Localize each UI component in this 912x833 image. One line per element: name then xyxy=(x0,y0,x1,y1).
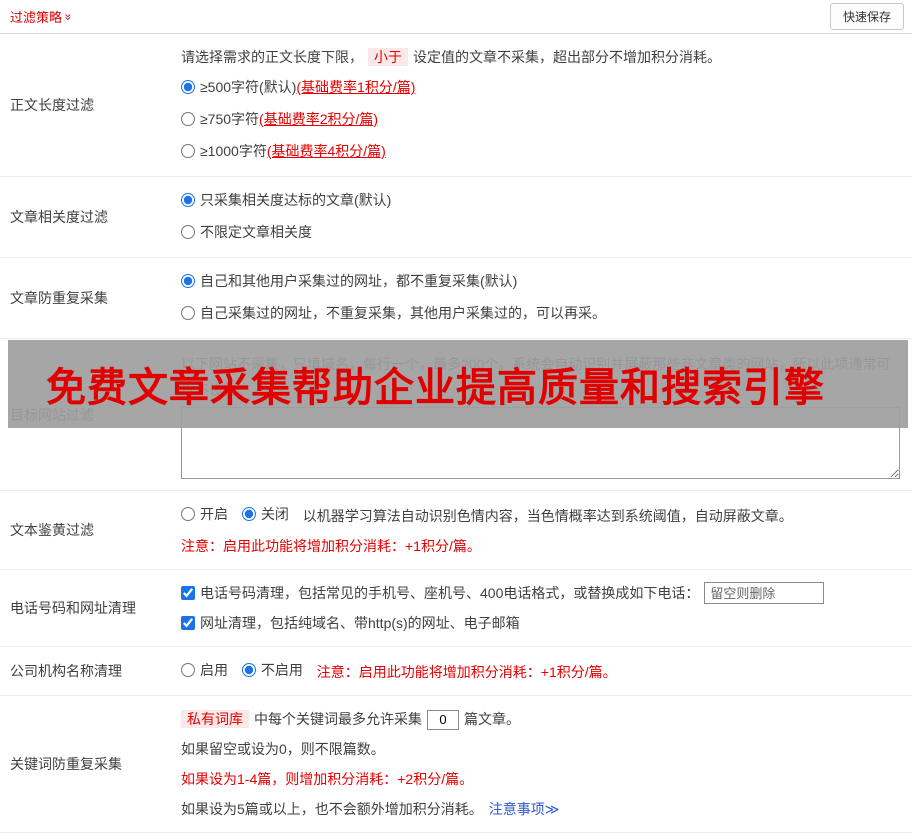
radio-option-company-off[interactable]: 不启用 xyxy=(241,655,303,685)
row-relevance-filter: 文章相关度过滤 只采集相关度达标的文章(默认) 不限定文章相关度 xyxy=(0,177,912,258)
watermark-banner: 免费文章采集帮助企业提高质量和搜索引擎 xyxy=(8,340,908,428)
option-row: 启用 不启用 注意：启用此功能将增加积分消耗：+1积分/篇。 xyxy=(181,655,900,687)
option-row: ≥1000字符 (基础费率4积分/篇) xyxy=(181,136,900,168)
option-label: 电话号码清理，包括常见的手机号、座机号、400电话格式，或替换成如下电话： xyxy=(200,585,700,601)
option-row: 自己采集过的网址，不重复采集，其他用户采集过的，可以再采。 xyxy=(181,298,900,330)
radio-company-on[interactable] xyxy=(181,663,195,677)
row-label-phone-cleanup: 电话号码和网址清理 xyxy=(10,600,136,616)
row-content-porn-detection: 开启 关闭 以机器学习算法自动识别色情内容，当色情概率达到系统阈值，自动屏蔽文章… xyxy=(175,491,912,569)
header: 过滤策略 » 快速保存 xyxy=(0,0,912,34)
radio-750-chars[interactable] xyxy=(181,112,195,126)
radio-relevance-default[interactable] xyxy=(181,193,195,207)
page-title[interactable]: 过滤策略 » xyxy=(10,7,76,26)
keyword-limit-input[interactable] xyxy=(427,709,459,730)
option-label: 自己采集过的网址，不重复采集，其他用户采集过的，可以再采。 xyxy=(200,305,606,321)
keyword-limit-suffix: 篇文章。 xyxy=(464,711,520,727)
desc-highlight-lessthan: 小于 xyxy=(368,48,408,66)
option-label: 关闭 xyxy=(260,506,289,522)
radio-option-porn-off[interactable]: 关闭 xyxy=(241,499,289,529)
desc-post: 设定值的文章不采集，超出部分不增加积分消耗。 xyxy=(413,49,721,65)
option-row: ≥750字符 (基础费率2积分/篇) xyxy=(181,104,900,136)
row-label-company-cleanup: 公司机构名称清理 xyxy=(10,663,122,679)
option-label: 自己和其他用户采集过的网址，都不重复采集(默认) xyxy=(200,273,518,289)
body-length-description: 请选择需求的正文长度下限， 小于 设定值的文章不采集，超出部分不增加积分消耗。 xyxy=(181,42,900,72)
option-label: ≥750字符 xyxy=(200,111,260,127)
row-content-company-cleanup: 启用 不启用 注意：启用此功能将增加积分消耗：+1积分/篇。 xyxy=(175,647,912,695)
row-label-relevance: 文章相关度过滤 xyxy=(10,209,108,225)
desc-pre: 请选择需求的正文长度下限， xyxy=(181,49,363,65)
radio-porn-on[interactable] xyxy=(181,507,195,521)
option-label: 网址清理，包括纯域名、带http(s)的网址、电子邮箱 xyxy=(200,615,520,631)
row-label-body-length: 正文长度过滤 xyxy=(10,97,94,113)
row-label-dedupe: 文章防重复采集 xyxy=(10,290,108,306)
radio-porn-off[interactable] xyxy=(241,507,256,521)
radio-dedupe-all-users[interactable] xyxy=(181,274,195,288)
option-row: 开启 关闭 以机器学习算法自动识别色情内容，当色情概率达到系统阈值，自动屏蔽文章… xyxy=(181,499,900,531)
keyword-note-five-plus: 如果设为5篇或以上，也不会额外增加积分消耗。 注意事项≫ xyxy=(181,794,900,824)
radio-option-500-chars[interactable]: ≥500字符(默认) (基础费率1积分/篇) xyxy=(181,72,415,102)
option-label: ≥500字符(默认) xyxy=(200,79,297,95)
row-porn-detection-filter: 文本鉴黄过滤 开启 关闭 以机器学习算法自动识别色情内容，当色情概率达到系统阈值… xyxy=(0,491,912,570)
radio-1000-chars[interactable] xyxy=(181,144,195,158)
porn-detection-description: 以机器学习算法自动识别色情内容，当色情概率达到系统阈值，自动屏蔽文章。 xyxy=(302,508,793,524)
option-label: 不启用 xyxy=(260,662,303,678)
option-label: 只采集相关度达标的文章(默认) xyxy=(200,192,392,208)
keyword-limit-line: 私有词库中每个关键词最多允许采集 篇文章。 xyxy=(181,704,900,734)
checkbox-url-cleanup[interactable] xyxy=(181,616,195,630)
row-dedupe-collection: 文章防重复采集 自己和其他用户采集过的网址，都不重复采集(默认) 自己采集过的网… xyxy=(0,258,912,339)
checkbox-phone-cleanup[interactable] xyxy=(181,586,195,600)
option-row: 不限定文章相关度 xyxy=(181,217,900,249)
option-label: 开启 xyxy=(200,506,228,522)
checkbox-option-url-cleanup[interactable]: 网址清理，包括纯域名、带http(s)的网址、电子邮箱 xyxy=(181,608,900,638)
option-row: 只采集相关度达标的文章(默认) xyxy=(181,185,900,217)
row-content-relevance: 只采集相关度达标的文章(默认) 不限定文章相关度 xyxy=(175,177,912,257)
option-label: 启用 xyxy=(200,662,228,678)
row-label-keyword-dedupe: 关键词防重复采集 xyxy=(10,756,122,772)
option-note: (基础费率4积分/篇) xyxy=(266,143,386,159)
row-body-length-filter: 正文长度过滤 请选择需求的正文长度下限， 小于 设定值的文章不采集，超出部分不增加积… xyxy=(0,34,912,177)
keyword-note-cost: 如果设为1-4篇，则增加积分消耗：+2积分/篇。 xyxy=(181,771,474,787)
option-note: (基础费率1积分/篇) xyxy=(296,79,416,95)
option-note: (基础费率2积分/篇) xyxy=(259,111,379,127)
radio-option-dedupe-self-only[interactable]: 自己采集过的网址，不重复采集，其他用户采集过的，可以再采。 xyxy=(181,298,606,328)
notice-link[interactable]: 注意事项≫ xyxy=(489,801,560,817)
row-content-dedupe: 自己和其他用户采集过的网址，都不重复采集(默认) 自己采集过的网址，不重复采集，… xyxy=(175,258,912,338)
row-content-phone-cleanup: 电话号码清理，包括常见的手机号、座机号、400电话格式，或替换成如下电话： 网址… xyxy=(175,570,912,646)
row-content-keyword-dedupe: 私有词库中每个关键词最多允许采集 篇文章。 如果留空或设为0，则不限篇数。 如果设… xyxy=(175,696,912,832)
radio-500-chars[interactable] xyxy=(181,80,195,94)
radio-option-relevance-any[interactable]: 不限定文章相关度 xyxy=(181,217,312,247)
radio-option-750-chars[interactable]: ≥750字符 (基础费率2积分/篇) xyxy=(181,104,378,134)
private-lexicon-highlight: 私有词库 xyxy=(181,710,249,728)
radio-company-off[interactable] xyxy=(241,663,256,677)
row-phone-url-cleanup: 电话号码和网址清理 电话号码清理，包括常见的手机号、座机号、400电话格式，或替… xyxy=(0,570,912,647)
radio-option-porn-on[interactable]: 开启 xyxy=(181,499,228,529)
option-label: ≥1000字符 xyxy=(200,143,267,159)
keyword-note-unlimited: 如果留空或设为0，则不限篇数。 xyxy=(181,741,385,757)
quick-save-button[interactable]: 快速保存 xyxy=(829,3,904,30)
row-content-body-length: 请选择需求的正文长度下限， 小于 设定值的文章不采集，超出部分不增加积分消耗。 ≥5… xyxy=(175,34,912,176)
row-keyword-dedupe: 关键词防重复采集 私有词库中每个关键词最多允许采集 篇文章。 如果留空或设为0，则… xyxy=(0,696,912,833)
radio-option-company-on[interactable]: 启用 xyxy=(181,655,228,685)
watermark-text: 免费文章采集帮助企业提高质量和搜索引擎 xyxy=(46,366,825,410)
radio-option-dedupe-all-users[interactable]: 自己和其他用户采集过的网址，都不重复采集(默认) xyxy=(181,266,517,296)
replacement-phone-input[interactable] xyxy=(704,582,825,604)
page-title-text: 过滤策略 xyxy=(10,10,63,25)
row-label-porn-detection: 文本鉴黄过滤 xyxy=(10,522,94,538)
company-cleanup-cost-note: 注意：启用此功能将增加积分消耗：+1积分/篇。 xyxy=(316,664,617,680)
filter-strategy-page: 过滤策略 » 快速保存 正文长度过滤 请选择需求的正文长度下限， 小于 设定值的文章… xyxy=(0,0,912,833)
keyword-limit-text: 中每个关键词最多允许采集 xyxy=(254,711,422,727)
porn-detection-cost-note: 注意：启用此功能将增加积分消耗：+1积分/篇。 xyxy=(181,538,481,554)
radio-dedupe-self-only[interactable] xyxy=(181,306,195,320)
option-row: ≥500字符(默认) (基础费率1积分/篇) xyxy=(181,72,900,104)
row-company-name-cleanup: 公司机构名称清理 启用 不启用 注意：启用此功能将增加积分消耗：+1积分/篇。 xyxy=(0,647,912,696)
option-label: 不限定文章相关度 xyxy=(200,224,312,240)
radio-relevance-any[interactable] xyxy=(181,225,195,239)
chevron-down-icon: » xyxy=(61,13,76,20)
checkbox-option-phone-cleanup[interactable]: 电话号码清理，包括常见的手机号、座机号、400电话格式，或替换成如下电话： xyxy=(181,578,900,608)
radio-option-relevance-default[interactable]: 只采集相关度达标的文章(默认) xyxy=(181,185,391,215)
keyword-note-five-plus-text: 如果设为5篇或以上，也不会额外增加积分消耗。 xyxy=(181,801,483,817)
option-row: 自己和其他用户采集过的网址，都不重复采集(默认) xyxy=(181,266,900,298)
radio-option-1000-chars[interactable]: ≥1000字符 (基础费率4积分/篇) xyxy=(181,136,386,166)
